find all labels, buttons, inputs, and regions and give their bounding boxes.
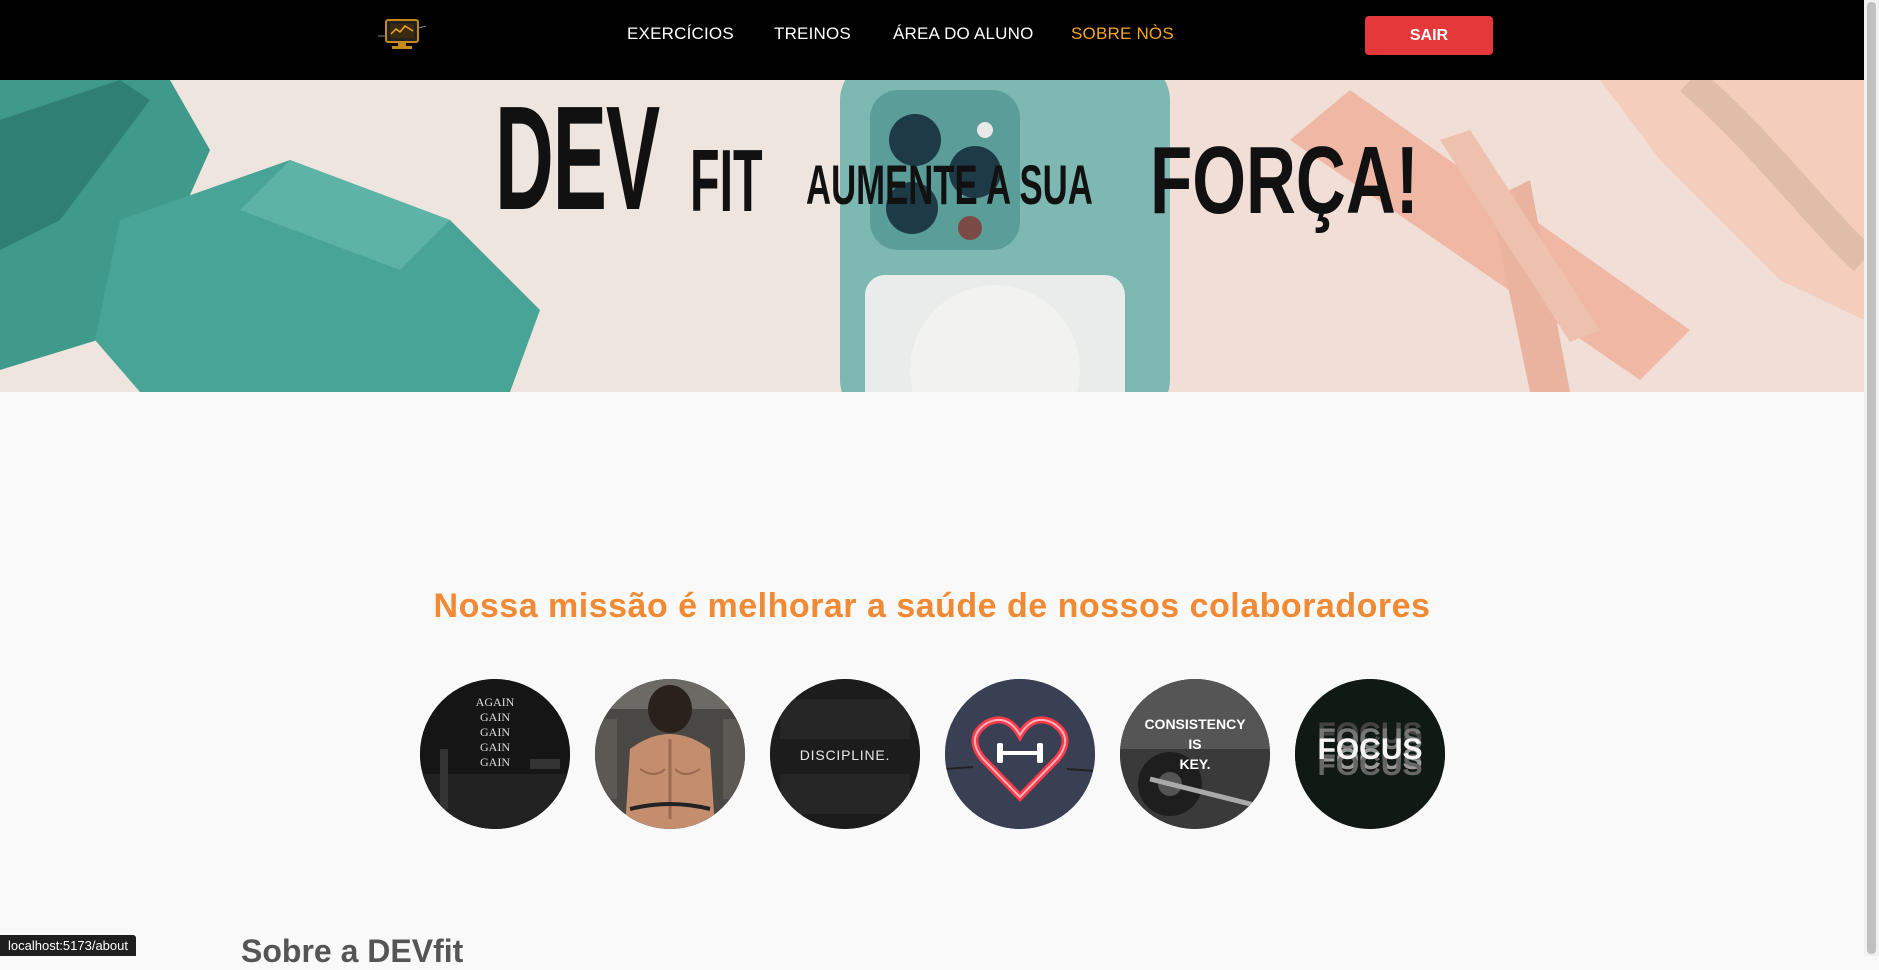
athlete-back-image[interactable]	[595, 679, 745, 829]
consistency-image[interactable]: CONSISTENCY IS KEY.	[1120, 679, 1270, 829]
hero-emphasis: FORÇA!	[1150, 127, 1419, 234]
nav-link-area-do-aluno[interactable]: ÁREA DO ALUNO	[893, 24, 1034, 44]
hero-tagline: AUMENTE A SUA	[806, 153, 1093, 216]
svg-text:KEY.: KEY.	[1179, 756, 1210, 772]
nav-link-exercicios[interactable]: EXERCÍCIOS	[627, 24, 734, 44]
focus-image[interactable]: FOCUS FOCUS FOCUS FOCUS FOCUS	[1295, 679, 1445, 829]
hero-headline: DEV FIT AUMENTE A SUA FORÇA!	[0, 80, 1864, 241]
svg-text:GAIN: GAIN	[480, 710, 510, 724]
hero-brand-dev: DEV	[495, 80, 660, 241]
svg-text:CONSISTENCY: CONSISTENCY	[1144, 716, 1246, 732]
about-section-title: Sobre a DEVfit	[241, 933, 464, 969]
logout-button[interactable]: SAIR	[1365, 16, 1493, 55]
gain-image[interactable]: AGAIN GAIN GAIN GAIN GAIN	[420, 679, 570, 829]
svg-text:GAIN: GAIN	[480, 755, 510, 769]
svg-text:FOCUS: FOCUS	[1318, 733, 1423, 766]
top-navbar: EXERCÍCIOS TREINOS ÁREA DO ALUNO SOBRE N…	[0, 0, 1864, 80]
monitor-logo-icon[interactable]	[378, 18, 427, 52]
status-bar-url: localhost:5173/about	[0, 935, 136, 956]
svg-text:GAIN: GAIN	[480, 725, 510, 739]
discipline-image[interactable]: DISCIPLINE.	[770, 679, 920, 829]
nav-link-sobre-nos[interactable]: SOBRE NÒS	[1071, 24, 1174, 44]
hero-banner: DEV FIT AUMENTE A SUA FORÇA!	[0, 80, 1864, 392]
neon-heart-dumbbell-image[interactable]	[945, 679, 1095, 829]
scrollbar-thumb[interactable]	[1867, 2, 1876, 954]
svg-text:IS: IS	[1188, 736, 1201, 752]
hero-brand-fit: FIT	[690, 131, 763, 230]
page-scrollbar[interactable]	[1864, 0, 1879, 956]
svg-text:AGAIN: AGAIN	[476, 695, 515, 709]
svg-text:DISCIPLINE.: DISCIPLINE.	[800, 747, 891, 763]
svg-text:GAIN: GAIN	[480, 740, 510, 754]
mission-heading: Nossa missão é melhorar a saúde de nosso…	[433, 587, 1431, 625]
nav-link-treinos[interactable]: TREINOS	[774, 24, 851, 44]
